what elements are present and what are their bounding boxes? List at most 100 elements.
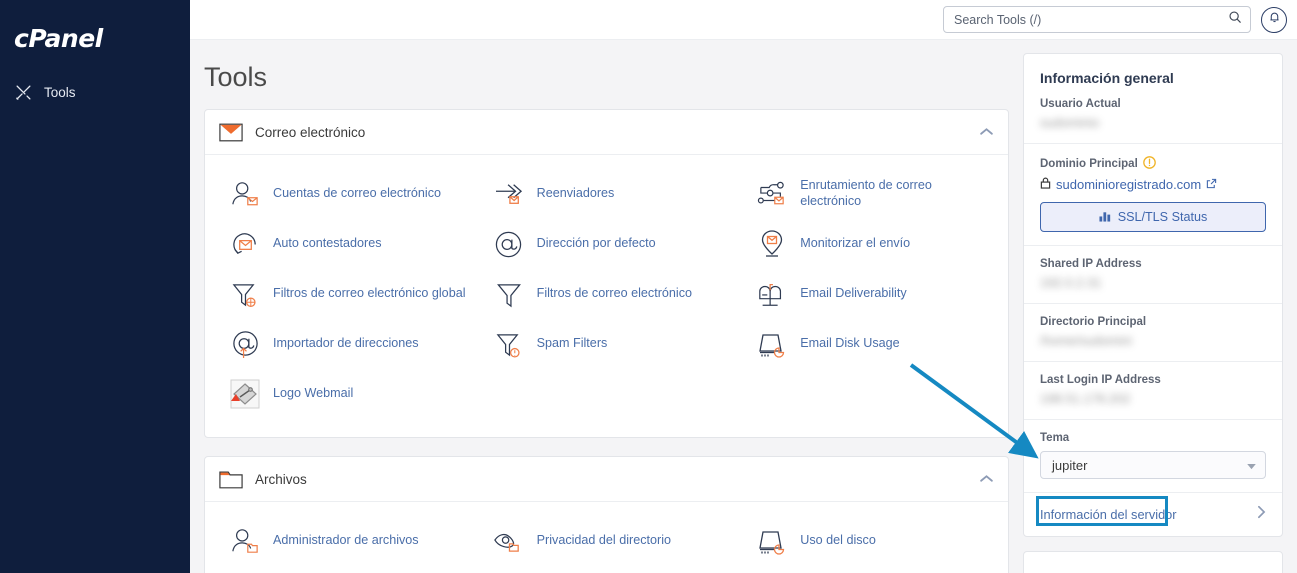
chevron-right-icon[interactable] <box>1257 505 1266 524</box>
cpanel-logo[interactable]: cPanel <box>0 16 190 74</box>
info-label: Shared IP Address <box>1040 258 1142 270</box>
server-information-row[interactable]: Información del servidor <box>1024 493 1282 536</box>
tool-email-routing[interactable]: Enrutamiento de correo electrónico <box>738 169 1002 219</box>
chevron-up-icon[interactable] <box>979 123 994 141</box>
tool-label: Privacidad del directorio <box>536 533 672 548</box>
address-importer-icon <box>229 328 261 360</box>
tool-label: Importador de direcciones <box>273 336 419 351</box>
sidebar-item-tools[interactable]: Tools <box>0 74 190 110</box>
tool-label: Administrador de archivos <box>273 533 419 548</box>
folder-icon <box>219 470 245 489</box>
info-value: 192.0.2.31 <box>1040 275 1102 290</box>
section-header-files[interactable]: Archivos <box>205 457 1008 502</box>
tools-column: Tools Correo electrónico Cuentas de corr… <box>204 40 1009 573</box>
info-value: /home/sudomini <box>1040 333 1132 348</box>
search-box[interactable] <box>943 6 1251 33</box>
warning-icon[interactable] <box>1142 156 1156 172</box>
info-value: 198.51.178.202 <box>1040 391 1131 406</box>
envelope-icon <box>219 123 245 142</box>
general-info-title: Información general <box>1040 70 1174 86</box>
tool-disk-usage[interactable]: Uso del disco <box>738 516 1002 566</box>
tool-label: Reenviadores <box>536 186 615 201</box>
section-header-email[interactable]: Correo electrónico <box>205 110 1008 155</box>
external-link-icon[interactable] <box>1206 177 1217 192</box>
domain-link-text[interactable]: sudominioregistrado.com <box>1056 177 1201 192</box>
track-delivery-icon <box>756 228 788 260</box>
default-address-icon <box>493 228 525 260</box>
tools-grid-files: Administrador de archivos Privacidad del… <box>211 516 1002 573</box>
tool-email-deliverability[interactable]: Email Deliverability <box>738 269 1002 319</box>
forwarders-icon <box>493 178 525 210</box>
info-label: Directorio Principal <box>1040 316 1147 328</box>
bell-icon <box>1268 11 1281 29</box>
tool-label: Email Disk Usage <box>800 336 900 351</box>
email-filters-icon <box>493 278 525 310</box>
tool-default-address[interactable]: Dirección por defecto <box>475 219 739 269</box>
section-title-email: Correo electrónico <box>255 124 366 140</box>
info-row-shared-ip: Shared IP Address 192.0.2.31 <box>1024 246 1282 304</box>
tool-label: Cuentas de correo electrónico <box>273 186 442 201</box>
sidebar: cPanel Tools <box>0 0 190 573</box>
info-row-current-user: Usuario Actual sudominio <box>1024 86 1282 144</box>
tool-autoresponders[interactable]: Auto contestadores <box>211 219 475 269</box>
tool-file-manager[interactable]: Administrador de archivos <box>211 516 475 566</box>
tool-backup[interactable]: Copias de seguridad <box>475 566 739 573</box>
tool-webmail-logo[interactable]: Logo Webmail <box>211 369 475 419</box>
email-deliverability-icon <box>756 278 788 310</box>
info-label: Dominio Principal <box>1040 156 1266 172</box>
tool-track-delivery[interactable]: Monitorizar el envío <box>738 219 1002 269</box>
general-info-column: Información general Usuario Actual sudom… <box>909 40 1283 573</box>
section-body-email: Cuentas de correo electrónico Reenviador… <box>205 155 1008 437</box>
general-info-panel: Información general Usuario Actual sudom… <box>1023 53 1283 537</box>
email-accounts-icon <box>229 178 261 210</box>
tool-ftp-accounts[interactable]: FTP Cuentas de FTP <box>211 566 475 573</box>
theme-label: Tema <box>1040 432 1070 444</box>
tool-forwarders[interactable]: Reenviadores <box>475 169 739 219</box>
tool-label: Dirección por defecto <box>536 236 656 251</box>
webmail-logo-icon <box>229 378 261 410</box>
search-icon[interactable] <box>1228 10 1242 29</box>
info-row-main-domain: Dominio Principal sudominioregistrado.co… <box>1024 144 1282 246</box>
tools-grid-email: Cuentas de correo electrónico Reenviador… <box>211 169 1002 419</box>
ssl-tls-status-button[interactable]: SSL/TLS Status <box>1040 202 1266 232</box>
chevron-up-icon[interactable] <box>979 470 994 488</box>
tools-icon <box>14 83 32 101</box>
autoresponders-icon <box>229 228 261 260</box>
tool-backup-wizard[interactable]: Asistente de copia de seguridad <box>738 566 1002 573</box>
disk-usage-icon <box>756 525 788 557</box>
content-area: Tools Correo electrónico Cuentas de corr… <box>190 40 1297 573</box>
spam-filters-icon <box>493 328 525 360</box>
tool-label: Uso del disco <box>800 533 876 548</box>
tool-global-email-filters[interactable]: Filtros de correo electrónico global <box>211 269 475 319</box>
tool-spam-filters[interactable]: Spam Filters <box>475 319 739 369</box>
main-area: Tools Correo electrónico <box>190 0 1297 573</box>
email-routing-icon <box>756 178 788 210</box>
tool-label: Spam Filters <box>536 336 608 351</box>
section-card-email: Correo electrónico Cuentas de correo ele… <box>204 109 1009 438</box>
tool-email-disk-usage[interactable]: Email Disk Usage <box>738 319 1002 369</box>
server-information-label: Información del servidor <box>1040 507 1177 522</box>
info-row-last-login-ip: Last Login IP Address 198.51.178.202 <box>1024 362 1282 420</box>
bar-chart-icon <box>1099 210 1111 225</box>
page-title: Tools <box>204 62 268 92</box>
section-card-files: Archivos Administrador de archivos Priva… <box>204 456 1009 573</box>
tool-address-importer[interactable]: Importador de direcciones <box>211 319 475 369</box>
info-label: Usuario Actual <box>1040 98 1121 110</box>
info-label-text: Dominio Principal <box>1040 158 1138 170</box>
notifications-button[interactable] <box>1261 6 1287 33</box>
caret-down-icon <box>1247 458 1256 473</box>
info-row-theme: Tema jupiter <box>1024 420 1282 493</box>
info-value-domain[interactable]: sudominioregistrado.com <box>1040 177 1266 192</box>
lock-icon <box>1040 177 1051 192</box>
tool-email-accounts[interactable]: Cuentas de correo electrónico <box>211 169 475 219</box>
info-value: sudominio <box>1040 115 1100 130</box>
tool-label: Enrutamiento de correo electrónico <box>800 178 932 208</box>
cpanel-logo-text: cPanel <box>14 24 103 53</box>
tool-directory-privacy[interactable]: Privacidad del directorio <box>475 516 739 566</box>
tool-label: Monitorizar el envío <box>800 236 911 251</box>
tool-label: Email Deliverability <box>800 286 907 301</box>
tool-email-filters[interactable]: Filtros de correo electrónico <box>475 269 739 319</box>
search-input[interactable] <box>954 12 1228 27</box>
theme-select[interactable]: jupiter <box>1040 451 1266 479</box>
theme-select-value: jupiter <box>1052 457 1088 473</box>
